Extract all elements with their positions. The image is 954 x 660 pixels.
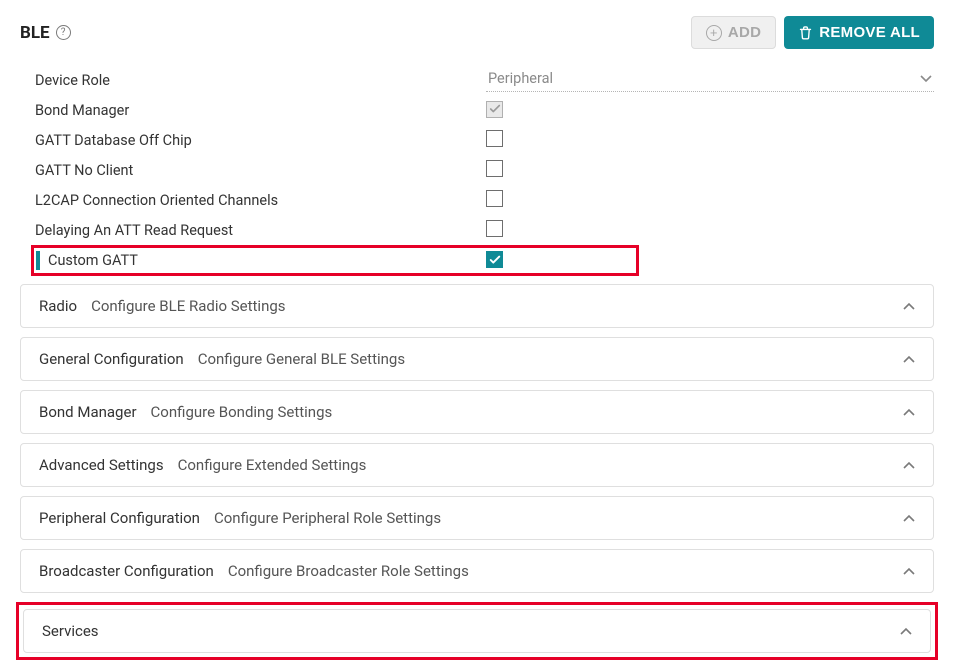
setting-device-role: Device Role Peripheral [32, 65, 934, 95]
accordion-main-label: General Configuration [39, 350, 184, 368]
page-title: BLE [20, 23, 50, 43]
setting-control [486, 130, 934, 151]
accordion-title: Peripheral Configuration Configure Perip… [39, 509, 441, 527]
accordion-sub-label: Configure Extended Settings [178, 456, 367, 474]
gatt-no-client-checkbox[interactable] [486, 160, 503, 177]
device-role-dropdown: Peripheral [486, 68, 934, 92]
add-button: + ADD [691, 16, 776, 49]
chevron-up-icon [903, 404, 915, 420]
accordion-main-label: Bond Manager [39, 403, 137, 421]
bond-manager-checkbox [486, 101, 503, 118]
setting-control: Peripheral [486, 68, 934, 92]
setting-control [486, 220, 934, 241]
accordion-title: Bond Manager Configure Bonding Settings [39, 403, 332, 421]
caret-down-icon [920, 70, 932, 87]
setting-delay-att: Delaying An ATT Read Request [32, 215, 934, 245]
setting-control [486, 251, 636, 270]
plus-icon: + [706, 25, 722, 41]
accordion-title: Broadcaster Configuration Configure Broa… [39, 562, 469, 580]
chevron-up-icon [903, 298, 915, 314]
setting-control [486, 160, 934, 181]
accordion-title: General Configuration Configure General … [39, 350, 405, 368]
chevron-up-icon [903, 563, 915, 579]
accordion-sub-label: Configure Bonding Settings [151, 403, 333, 421]
accordion-main-label: Radio [39, 297, 77, 315]
title-group: BLE ? [20, 23, 71, 43]
l2cap-checkbox[interactable] [486, 190, 503, 207]
accordion-group: Radio Configure BLE Radio Settings Gener… [20, 284, 934, 660]
chevron-up-icon [903, 510, 915, 526]
gatt-off-chip-checkbox[interactable] [486, 130, 503, 147]
accordion-broadcaster-configuration[interactable]: Broadcaster Configuration Configure Broa… [20, 549, 934, 593]
accordion-bond-manager[interactable]: Bond Manager Configure Bonding Settings [20, 390, 934, 434]
accordion-main-label: Peripheral Configuration [39, 509, 200, 527]
accordion-sub-label: Configure Peripheral Role Settings [214, 509, 441, 527]
remove-all-button-label: REMOVE ALL [819, 24, 920, 41]
setting-bond-manager: Bond Manager [32, 95, 934, 125]
setting-l2cap: L2CAP Connection Oriented Channels [32, 185, 934, 215]
accordion-main-label: Services [42, 622, 99, 640]
custom-gatt-checkbox[interactable] [486, 251, 503, 268]
delay-att-checkbox[interactable] [486, 220, 503, 237]
setting-gatt-off-chip: GATT Database Off Chip [32, 125, 934, 155]
accordion-advanced-settings[interactable]: Advanced Settings Configure Extended Set… [20, 443, 934, 487]
setting-gatt-no-client: GATT No Client [32, 155, 934, 185]
accordion-general-configuration[interactable]: General Configuration Configure General … [20, 337, 934, 381]
setting-label: Delaying An ATT Read Request [32, 222, 486, 239]
setting-custom-gatt: Custom GATT [31, 245, 639, 276]
button-row: + ADD REMOVE ALL [691, 16, 934, 49]
header-row: BLE ? + ADD REMOVE ALL [20, 16, 934, 49]
accordion-sub-label: Configure General BLE Settings [198, 350, 405, 368]
setting-label: Device Role [32, 72, 486, 89]
accordion-title: Services [42, 622, 113, 640]
accordion-title: Radio Configure BLE Radio Settings [39, 297, 286, 315]
setting-label: GATT Database Off Chip [32, 132, 486, 149]
setting-label: L2CAP Connection Oriented Channels [32, 192, 486, 209]
setting-control [486, 190, 934, 211]
setting-label: Bond Manager [32, 102, 486, 119]
chevron-up-icon [903, 457, 915, 473]
accordion-main-label: Broadcaster Configuration [39, 562, 214, 580]
dropdown-value: Peripheral [488, 70, 553, 87]
remove-all-button[interactable]: REMOVE ALL [784, 16, 934, 49]
add-button-label: ADD [728, 24, 761, 41]
settings-list: Device Role Peripheral Bond Manager GATT… [20, 65, 934, 276]
trash-icon [798, 25, 813, 40]
help-icon[interactable]: ? [56, 25, 71, 40]
accordion-peripheral-configuration[interactable]: Peripheral Configuration Configure Perip… [20, 496, 934, 540]
accordion-sub-label: Configure Broadcaster Role Settings [228, 562, 469, 580]
setting-label: Custom GATT [34, 252, 486, 269]
setting-control [486, 101, 934, 120]
accordion-services[interactable]: Services [23, 609, 931, 653]
accordion-radio[interactable]: Radio Configure BLE Radio Settings [20, 284, 934, 328]
highlight-wrap-services: Services [16, 602, 938, 660]
chevron-up-icon [900, 623, 912, 639]
accordion-title: Advanced Settings Configure Extended Set… [39, 456, 366, 474]
setting-label: GATT No Client [32, 162, 486, 179]
accordion-sub-label: Configure BLE Radio Settings [91, 297, 285, 315]
accordion-main-label: Advanced Settings [39, 456, 164, 474]
chevron-up-icon [903, 351, 915, 367]
